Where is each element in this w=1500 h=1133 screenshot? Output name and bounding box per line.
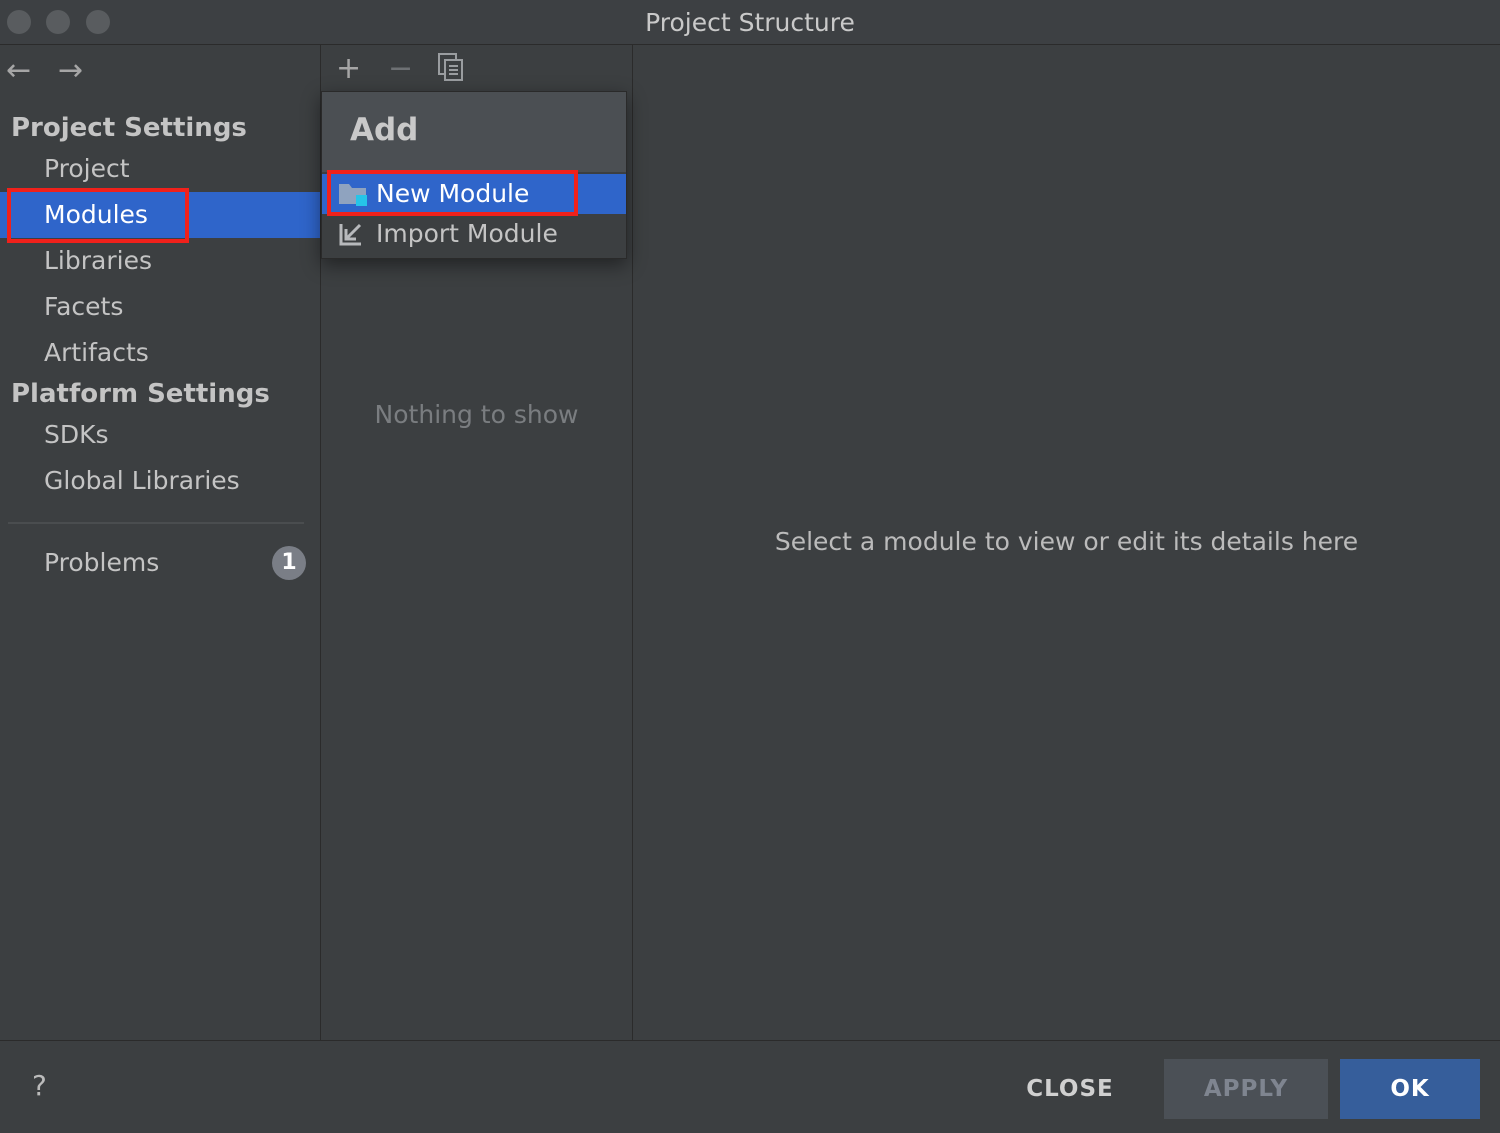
back-arrow-icon[interactable]: ← — [6, 53, 31, 88]
sidebar-item-label: Libraries — [44, 246, 152, 275]
sidebar-divider — [8, 522, 304, 524]
sidebar-item-global-libraries[interactable]: Global Libraries — [0, 458, 320, 504]
help-icon[interactable]: ? — [32, 1069, 47, 1102]
sidebar-item-artifacts[interactable]: Artifacts — [0, 330, 320, 376]
forward-arrow-icon[interactable]: → — [58, 53, 83, 88]
popup-title: Add — [350, 112, 419, 148]
apply-button[interactable]: APPLY — [1164, 1059, 1328, 1119]
sidebar-item-label: Artifacts — [44, 338, 149, 367]
copy-icon[interactable] — [438, 53, 464, 89]
modules-highlight-box — [7, 188, 189, 243]
sidebar-item-libraries[interactable]: Libraries — [0, 238, 320, 284]
ok-button[interactable]: OK — [1340, 1059, 1480, 1119]
sidebar-item-sdks[interactable]: SDKs — [0, 412, 320, 458]
close-button[interactable]: CLOSE — [1010, 1059, 1130, 1119]
sidebar: ← → Project Settings Project Modules Lib… — [0, 45, 321, 1040]
popup-header: Add — [322, 92, 626, 172]
details-panel: Select a module to view or edit its deta… — [633, 45, 1500, 1040]
project-settings-heading: Project Settings — [11, 113, 247, 143]
window-title: Project Structure — [645, 8, 855, 37]
sidebar-item-label: SDKs — [44, 420, 109, 449]
sidebar-item-project[interactable]: Project — [0, 146, 320, 192]
new-module-highlight-box — [327, 170, 578, 216]
menu-item-import-module[interactable]: Import Module — [322, 214, 626, 254]
title-bar: Project Structure — [0, 0, 1500, 45]
sidebar-item-label: Global Libraries — [44, 466, 240, 495]
add-icon[interactable]: + — [336, 51, 361, 86]
sidebar-item-label: Facets — [44, 292, 124, 321]
sidebar-item-label: Project — [44, 154, 130, 183]
sidebar-item-facets[interactable]: Facets — [0, 284, 320, 330]
empty-list-message: Nothing to show — [374, 400, 579, 429]
dialog-footer: ? CLOSE APPLY OK — [0, 1040, 1500, 1133]
details-placeholder-message: Select a module to view or edit its deta… — [774, 527, 1359, 556]
import-icon — [338, 220, 368, 248]
platform-settings-heading: Platform Settings — [11, 379, 270, 409]
remove-icon[interactable]: − — [388, 51, 413, 86]
menu-item-label: Import Module — [376, 219, 558, 248]
problems-count-badge: 1 — [272, 546, 306, 580]
sidebar-item-label: Problems — [44, 548, 160, 577]
